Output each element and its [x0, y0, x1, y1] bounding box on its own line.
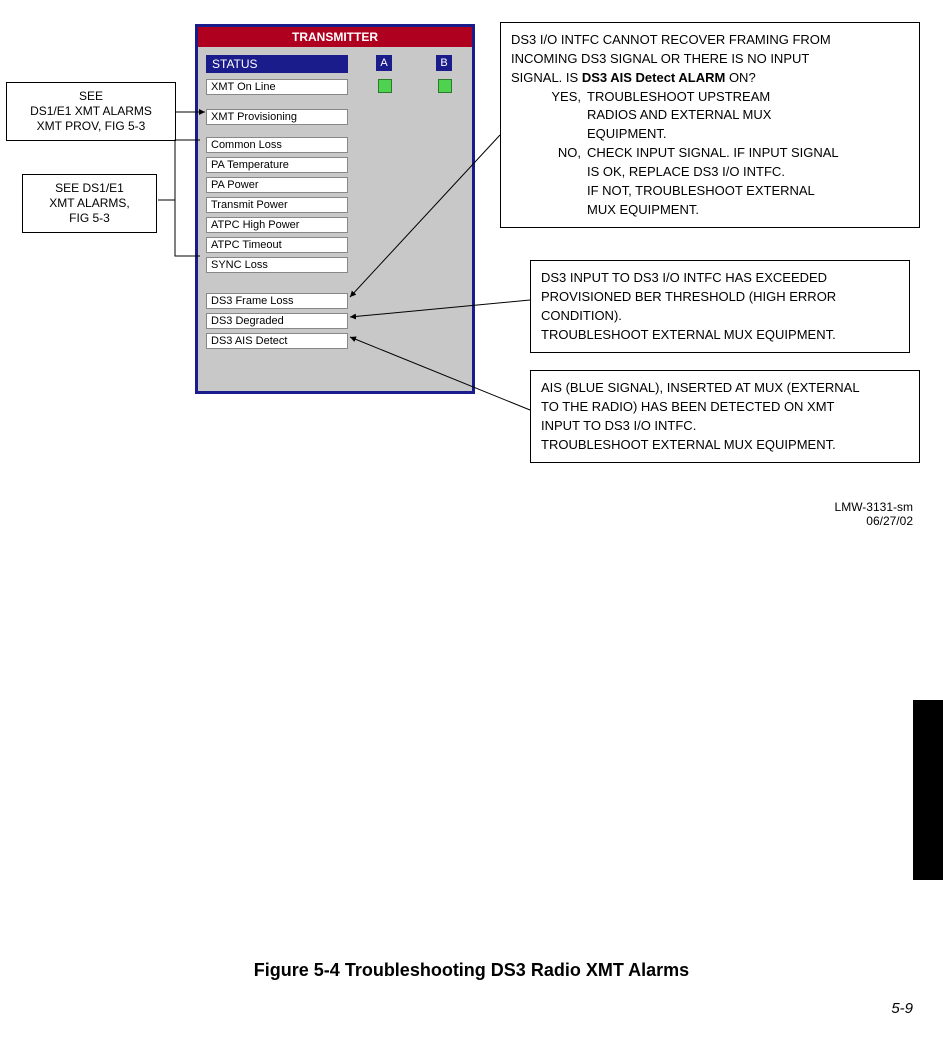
trouble-line: CHECK INPUT SIGNAL. IF INPUT SIGNAL — [587, 144, 839, 163]
row-label: ATPC Timeout — [206, 237, 348, 253]
row-label: DS3 Degraded — [206, 313, 348, 329]
row-label: Transmit Power — [206, 197, 348, 213]
transmitter-panel: TRANSMITTER STATUS A B XMT On Line XMT P… — [195, 24, 475, 394]
indicator-a-icon — [378, 79, 392, 93]
row-label: PA Power — [206, 177, 348, 193]
row-ds3-degraded: DS3 Degraded — [206, 311, 464, 329]
indicator-b-icon — [438, 79, 452, 93]
trouble-line: TO THE RADIO) HAS BEEN DETECTED ON XMT — [541, 398, 909, 417]
row-xmt-online: XMT On Line — [206, 77, 464, 95]
doc-id: LMW-3131-sm — [835, 500, 913, 514]
row-label: Common Loss — [206, 137, 348, 153]
note-line: DS1/E1 XMT ALARMS — [30, 104, 152, 118]
column-b-header: B — [436, 55, 452, 71]
row-pa-power: PA Power — [206, 175, 464, 193]
doc-date: 06/27/02 — [866, 514, 913, 528]
row-xmt-provisioning: XMT Provisioning — [206, 107, 464, 125]
row-label: XMT On Line — [206, 79, 348, 95]
note-line: SEE — [79, 89, 103, 103]
note-xmt-alarms: SEE DS1/E1 XMT ALARMS, FIG 5-3 — [22, 174, 157, 233]
trouble-line: INCOMING DS3 SIGNAL OR THERE IS NO INPUT — [511, 50, 909, 69]
trouble-line: RADIOS AND EXTERNAL MUX — [587, 106, 771, 125]
trouble-line: EQUIPMENT. — [587, 125, 771, 144]
row-label: ATPC High Power — [206, 217, 348, 233]
note-xmt-prov: SEE DS1/E1 XMT ALARMS XMT PROV, FIG 5-3 — [6, 82, 176, 141]
trouble-line: AIS (BLUE SIGNAL), INSERTED AT MUX (EXTE… — [541, 379, 909, 398]
trouble-line: DS3 INPUT TO DS3 I/O INTFC HAS EXCEEDED — [541, 269, 899, 288]
row-label: DS3 AIS Detect — [206, 333, 348, 349]
row-transmit-power: Transmit Power — [206, 195, 464, 213]
note-line: SEE DS1/E1 — [55, 181, 124, 195]
figure-caption: Figure 5-4 Troubleshooting DS3 Radio XMT… — [0, 960, 943, 981]
no-label: NO, — [511, 144, 587, 219]
trouble-line: INPUT TO DS3 I/O INTFC. — [541, 417, 909, 436]
row-label: PA Temperature — [206, 157, 348, 173]
trouble-line: IF NOT, TROUBLESHOOT EXTERNAL — [587, 182, 839, 201]
trouble-line: TROUBLESHOOT EXTERNAL MUX EQUIPMENT. — [541, 436, 909, 455]
note-line: XMT ALARMS, — [49, 196, 129, 210]
row-ds3-ais-detect: DS3 AIS Detect — [206, 331, 464, 349]
row-label: SYNC Loss — [206, 257, 348, 273]
row-label: DS3 Frame Loss — [206, 293, 348, 309]
row-pa-temperature: PA Temperature — [206, 155, 464, 173]
row-common-loss: Common Loss — [206, 135, 464, 153]
note-line: FIG 5-3 — [69, 211, 110, 225]
trouble-ds3-frame-loss: DS3 I/O INTFC CANNOT RECOVER FRAMING FRO… — [500, 22, 920, 228]
column-a-header: A — [376, 55, 392, 71]
side-tab-icon — [913, 700, 943, 880]
trouble-ds3-ais: AIS (BLUE SIGNAL), INSERTED AT MUX (EXTE… — [530, 370, 920, 463]
transmitter-title: TRANSMITTER — [198, 27, 472, 47]
status-label: STATUS — [206, 55, 348, 73]
trouble-line: TROUBLESHOOT EXTERNAL MUX EQUIPMENT. — [541, 326, 899, 345]
trouble-line: SIGNAL. IS DS3 AIS Detect ALARM ON? — [511, 69, 909, 88]
row-ds3-frame-loss: DS3 Frame Loss — [206, 291, 464, 309]
note-line: XMT PROV, FIG 5-3 — [37, 119, 146, 133]
row-atpc-timeout: ATPC Timeout — [206, 235, 464, 253]
page-number: 5-9 — [891, 1000, 913, 1017]
yes-label: YES, — [511, 88, 587, 145]
row-label: XMT Provisioning — [206, 109, 348, 125]
trouble-line: IS OK, REPLACE DS3 I/O INTFC. — [587, 163, 839, 182]
row-sync-loss: SYNC Loss — [206, 255, 464, 273]
doc-id-block: LMW-3131-sm 06/27/02 — [835, 500, 913, 529]
trouble-line: MUX EQUIPMENT. — [587, 201, 839, 220]
trouble-line: TROUBLESHOOT UPSTREAM — [587, 88, 771, 107]
trouble-line: PROVISIONED BER THRESHOLD (HIGH ERROR — [541, 288, 899, 307]
status-header-row: STATUS A B — [206, 55, 464, 73]
trouble-ds3-degraded: DS3 INPUT TO DS3 I/O INTFC HAS EXCEEDED … — [530, 260, 910, 353]
row-atpc-high-power: ATPC High Power — [206, 215, 464, 233]
trouble-line: DS3 I/O INTFC CANNOT RECOVER FRAMING FRO… — [511, 31, 909, 50]
trouble-line: CONDITION). — [541, 307, 899, 326]
